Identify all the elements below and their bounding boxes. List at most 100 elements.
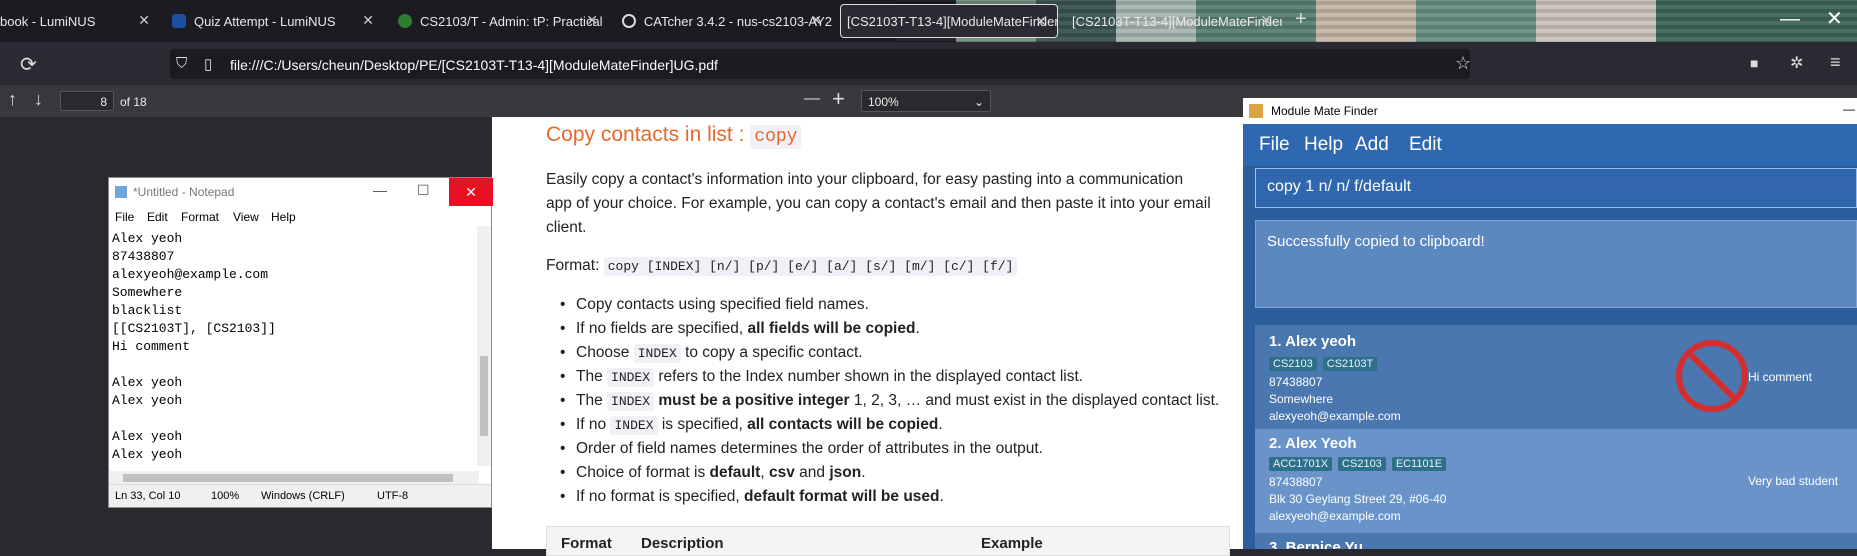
text: If no bbox=[576, 416, 607, 433]
notepad-title: *Untitled - Notepad bbox=[133, 185, 235, 199]
menu-edit[interactable]: Edit bbox=[1409, 134, 1442, 156]
text: . bbox=[938, 416, 943, 433]
text: is specified, bbox=[661, 416, 743, 433]
extensions-icon[interactable]: ✲ bbox=[1790, 53, 1803, 73]
inline-code: INDEX bbox=[610, 416, 658, 435]
page-number-input[interactable]: 8 bbox=[60, 91, 114, 111]
minimize-button[interactable]: — bbox=[373, 182, 387, 198]
minimize-button[interactable]: — bbox=[1843, 102, 1855, 116]
inline-code: INDEX bbox=[607, 392, 655, 411]
bold-text: must be a positive integer bbox=[658, 392, 850, 409]
bullet-3: Choose INDEX to copy a specific contact. bbox=[560, 344, 863, 363]
heading-text: Copy contacts in list : bbox=[546, 123, 745, 146]
close-window-button[interactable]: ✕ bbox=[1826, 6, 1843, 31]
notepad-window[interactable]: *Untitled - Notepad — ☐ ✕ File Edit Form… bbox=[108, 177, 493, 508]
menu-format[interactable]: Format bbox=[181, 210, 219, 224]
text: , bbox=[760, 464, 765, 481]
heading-code: copy bbox=[750, 125, 802, 149]
text: 1, 2, 3, … and must exist in the display… bbox=[853, 392, 1220, 409]
text: . bbox=[915, 320, 920, 337]
scrollbar-thumb[interactable] bbox=[123, 474, 453, 482]
menu-view[interactable]: View bbox=[233, 210, 259, 224]
shield-icon[interactable]: ⛉ bbox=[176, 55, 187, 72]
command-input[interactable]: copy 1 n/ n/ f/default bbox=[1255, 168, 1857, 208]
tab-label: CS2103/T - Admin: tP: Practical bbox=[420, 13, 603, 29]
tab-label: book - LumiNUS bbox=[0, 13, 96, 29]
contact-comment: Very bad student bbox=[1748, 474, 1839, 488]
text: If no format is specified, bbox=[576, 488, 740, 505]
app-menu-bar: File Help Add Edit bbox=[1243, 124, 1857, 166]
intro-line-3: client. bbox=[546, 219, 587, 236]
text: Choose bbox=[576, 344, 630, 361]
vertical-scrollbar[interactable] bbox=[477, 226, 491, 466]
contact-name: 1. Alex yeoh bbox=[1269, 333, 1356, 350]
notepad-menu-bar: File Edit Format View Help bbox=[109, 206, 491, 226]
menu-add[interactable]: Add bbox=[1355, 134, 1389, 156]
encoding: UTF-8 bbox=[377, 490, 409, 502]
maximize-button[interactable]: ☐ bbox=[417, 182, 430, 199]
close-icon[interactable]: ✕ bbox=[1035, 13, 1047, 30]
text: refers to the Index number shown in the … bbox=[658, 368, 1084, 385]
zoom-select[interactable]: 100% ⌄ bbox=[861, 90, 991, 112]
result-display: Successfully copied to clipboard! bbox=[1255, 220, 1857, 308]
horizontal-scrollbar[interactable] bbox=[109, 471, 479, 485]
site-icon bbox=[398, 14, 412, 28]
url-text[interactable]: file:///C:/Users/cheun/Desktop/PE/[CS210… bbox=[230, 57, 718, 73]
bookmark-star-icon[interactable]: ☆ bbox=[1455, 53, 1471, 74]
contact-list[interactable]: 1. Alex yeoh CS2103 CS2103T 87438807 Some… bbox=[1255, 325, 1857, 549]
bullet-8: Choice of format is default, csv and jso… bbox=[560, 464, 866, 482]
scrollbar-thumb[interactable] bbox=[480, 356, 488, 436]
contact-email: alexyeoh@example.com bbox=[1269, 509, 1401, 523]
tab-luminus-book[interactable]: book - LumiNUS ✕ bbox=[0, 4, 160, 38]
tag: ACC1701X bbox=[1269, 457, 1333, 471]
format-table-header: Format Description Example bbox=[546, 526, 1230, 556]
text: Choice of format is bbox=[576, 464, 706, 481]
tab-ug-pdf-2[interactable]: [CS2103T-T13-4][ModuleMateFinder ✕ bbox=[1072, 4, 1282, 38]
pdf-page: Copy contacts in list : copy Easily copy… bbox=[492, 117, 1244, 556]
menu-help[interactable]: Help bbox=[271, 210, 296, 224]
catcher-icon bbox=[622, 14, 636, 28]
menu-file[interactable]: File bbox=[1259, 134, 1290, 156]
save-icon[interactable]: ■ bbox=[1750, 55, 1758, 71]
close-icon[interactable]: ✕ bbox=[810, 12, 822, 29]
chevron-down-icon: ⌄ bbox=[973, 95, 984, 109]
tab-catcher[interactable]: CATcher 3.4.2 - nus-cs2103-AY2 ✕ bbox=[622, 4, 832, 38]
menu-edit[interactable]: Edit bbox=[147, 210, 168, 224]
contact-card[interactable]: 2. Alex Yeoh ACC1701X CS2103 EC1101E 87438… bbox=[1255, 429, 1857, 533]
close-icon[interactable]: ✕ bbox=[138, 12, 150, 29]
next-page-icon[interactable]: ↓ bbox=[34, 89, 43, 110]
close-icon[interactable]: ✕ bbox=[586, 12, 598, 29]
cursor-position: Ln 33, Col 10 bbox=[115, 490, 181, 502]
minimize-window-button[interactable]: — bbox=[1780, 8, 1800, 31]
command-text: copy 1 n/ n/ f/default bbox=[1267, 178, 1412, 195]
contact-name: 3. Bernice Yu bbox=[1269, 539, 1363, 549]
zoom-in-button[interactable]: + bbox=[832, 86, 845, 112]
contact-card[interactable]: 3. Bernice Yu bbox=[1255, 535, 1857, 549]
tab-cs2103-admin[interactable]: CS2103/T - Admin: tP: Practical ✕ bbox=[398, 4, 608, 38]
close-button[interactable]: ✕ bbox=[449, 178, 493, 206]
previous-page-icon[interactable]: ↑ bbox=[8, 89, 17, 110]
menu-icon[interactable]: ≡ bbox=[1830, 52, 1841, 73]
menu-help[interactable]: Help bbox=[1304, 134, 1343, 156]
tag: CS2103T bbox=[1322, 357, 1378, 371]
notepad-text-area[interactable]: Alex yeoh 87438807 alexyeoh@example.com … bbox=[112, 230, 276, 464]
format-label: Format: bbox=[546, 257, 600, 274]
table-header-description: Description bbox=[641, 535, 724, 552]
bold-text: csv bbox=[768, 464, 795, 481]
bold-text: default format will be used bbox=[744, 488, 940, 505]
reload-icon[interactable]: ⟳ bbox=[20, 52, 37, 77]
new-tab-button[interactable]: + bbox=[1295, 8, 1307, 31]
zoom-out-button[interactable]: — bbox=[804, 90, 820, 108]
close-icon[interactable]: ✕ bbox=[362, 12, 374, 29]
contact-phone: 87438807 bbox=[1269, 375, 1323, 389]
contact-tags: CS2103 CS2103T bbox=[1269, 355, 1383, 371]
app-title-bar: Module Mate Finder — bbox=[1243, 98, 1857, 124]
contact-comment: Hi comment bbox=[1748, 370, 1813, 384]
menu-file[interactable]: File bbox=[115, 210, 134, 224]
zoom-level: 100% bbox=[211, 490, 240, 502]
tab-quiz-attempt[interactable]: Quiz Attempt - LumiNUS ✕ bbox=[172, 4, 384, 38]
close-icon[interactable]: ✕ bbox=[1260, 12, 1272, 29]
format-line: Format: copy [INDEX] [n/] [p/] [e/] [a/]… bbox=[546, 257, 1018, 276]
tab-ug-pdf-active[interactable]: [CS2103T-T13-4][ModuleMateFinder ✕ bbox=[840, 4, 1058, 38]
contact-card[interactable]: 1. Alex yeoh CS2103 CS2103T 87438807 Some… bbox=[1255, 325, 1857, 427]
